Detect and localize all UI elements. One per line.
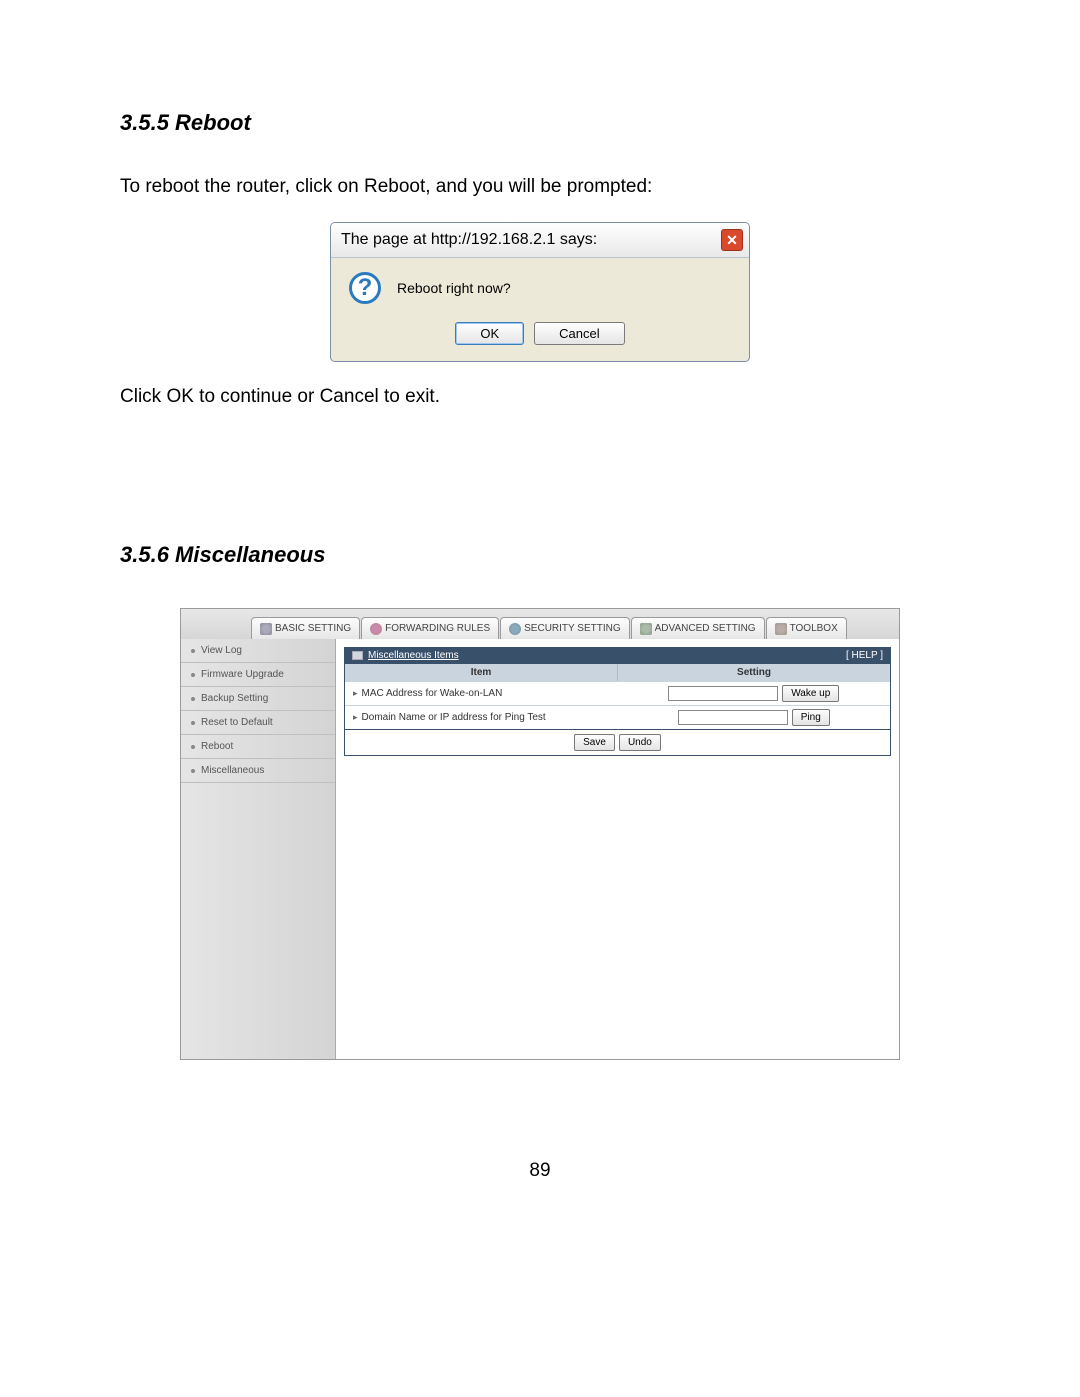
sidebar-item-label: Miscellaneous <box>201 765 264 776</box>
help-link[interactable]: [ HELP ] <box>846 650 883 661</box>
sidebar-item-reset-default[interactable]: Reset to Default <box>181 711 335 735</box>
close-icon[interactable]: ✕ <box>721 229 743 251</box>
row-label-wol: MAC Address for Wake-on-LAN <box>362 688 503 699</box>
reboot-outro-text: Click OK to continue or Cancel to exit. <box>120 386 960 408</box>
bullet-icon <box>191 769 195 773</box>
sidebar-item-label: Reset to Default <box>201 717 273 728</box>
page-number: 89 <box>120 1160 960 1182</box>
bullet-icon <box>191 697 195 701</box>
section-heading-misc: 3.5.6 Miscellaneous <box>120 542 960 568</box>
sidebar-item-view-log[interactable]: View Log <box>181 639 335 663</box>
panel-header: Miscellaneous Items [ HELP ] <box>344 647 891 664</box>
basic-icon <box>260 623 272 635</box>
bullet-icon <box>191 673 195 677</box>
sidebar-item-miscellaneous[interactable]: Miscellaneous <box>181 759 335 783</box>
advanced-icon <box>640 623 652 635</box>
tab-forwarding-rules[interactable]: FORWARDING RULES <box>361 617 499 639</box>
sidebar-item-label: Reboot <box>201 741 233 752</box>
dialog-title: The page at http://192.168.2.1 says: <box>341 231 597 249</box>
sidebar-item-reboot[interactable]: Reboot <box>181 735 335 759</box>
bullet-icon <box>191 649 195 653</box>
ok-button[interactable]: OK <box>455 322 524 345</box>
tab-advanced-setting[interactable]: ADVANCED SETTING <box>631 617 765 639</box>
tab-toolbox[interactable]: TOOLBOX <box>766 617 847 639</box>
ping-button[interactable]: Ping <box>792 709 830 726</box>
sidebar-item-firmware-upgrade[interactable]: Firmware Upgrade <box>181 663 335 687</box>
forwarding-icon <box>370 623 382 635</box>
confirm-dialog: The page at http://192.168.2.1 says: ✕ ?… <box>330 222 750 362</box>
sidebar-item-label: View Log <box>201 645 242 656</box>
reboot-intro-text: To reboot the router, click on Reboot, a… <box>120 176 960 198</box>
question-icon: ? <box>349 272 381 304</box>
tab-basic-setting[interactable]: BASIC SETTING <box>251 617 360 639</box>
toolbox-icon <box>775 623 787 635</box>
bullet-icon <box>191 721 195 725</box>
chevron-right-icon: ▸ <box>353 712 358 723</box>
row-label-ping: Domain Name or IP address for Ping Test <box>362 712 546 723</box>
sidebar-item-backup-setting[interactable]: Backup Setting <box>181 687 335 711</box>
folder-icon <box>352 651 363 660</box>
sidebar-item-label: Firmware Upgrade <box>201 669 284 680</box>
tab-label: ADVANCED SETTING <box>655 623 756 634</box>
ping-target-input[interactable] <box>678 710 788 725</box>
tab-label: TOOLBOX <box>790 623 838 634</box>
section-heading-reboot: 3.5.5 Reboot <box>120 110 960 136</box>
dialog-message: Reboot right now? <box>397 280 511 296</box>
security-icon <box>509 623 521 635</box>
tab-label: BASIC SETTING <box>275 623 351 634</box>
tab-label: SECURITY SETTING <box>524 623 621 634</box>
cancel-button[interactable]: Cancel <box>534 322 624 345</box>
tab-label: FORWARDING RULES <box>385 623 490 634</box>
admin-panel-screenshot: BASIC SETTING FORWARDING RULES SECURITY … <box>180 608 900 1060</box>
column-header-item: Item <box>345 664 618 681</box>
chevron-right-icon: ▸ <box>353 688 358 699</box>
bullet-icon <box>191 745 195 749</box>
mac-address-input[interactable] <box>668 686 778 701</box>
tab-security-setting[interactable]: SECURITY SETTING <box>500 617 630 639</box>
undo-button[interactable]: Undo <box>619 734 661 751</box>
save-button[interactable]: Save <box>574 734 615 751</box>
column-header-setting: Setting <box>618 664 890 681</box>
sidebar-item-label: Backup Setting <box>201 693 268 704</box>
wakeup-button[interactable]: Wake up <box>782 685 839 702</box>
panel-title-text[interactable]: Miscellaneous Items <box>368 650 459 661</box>
